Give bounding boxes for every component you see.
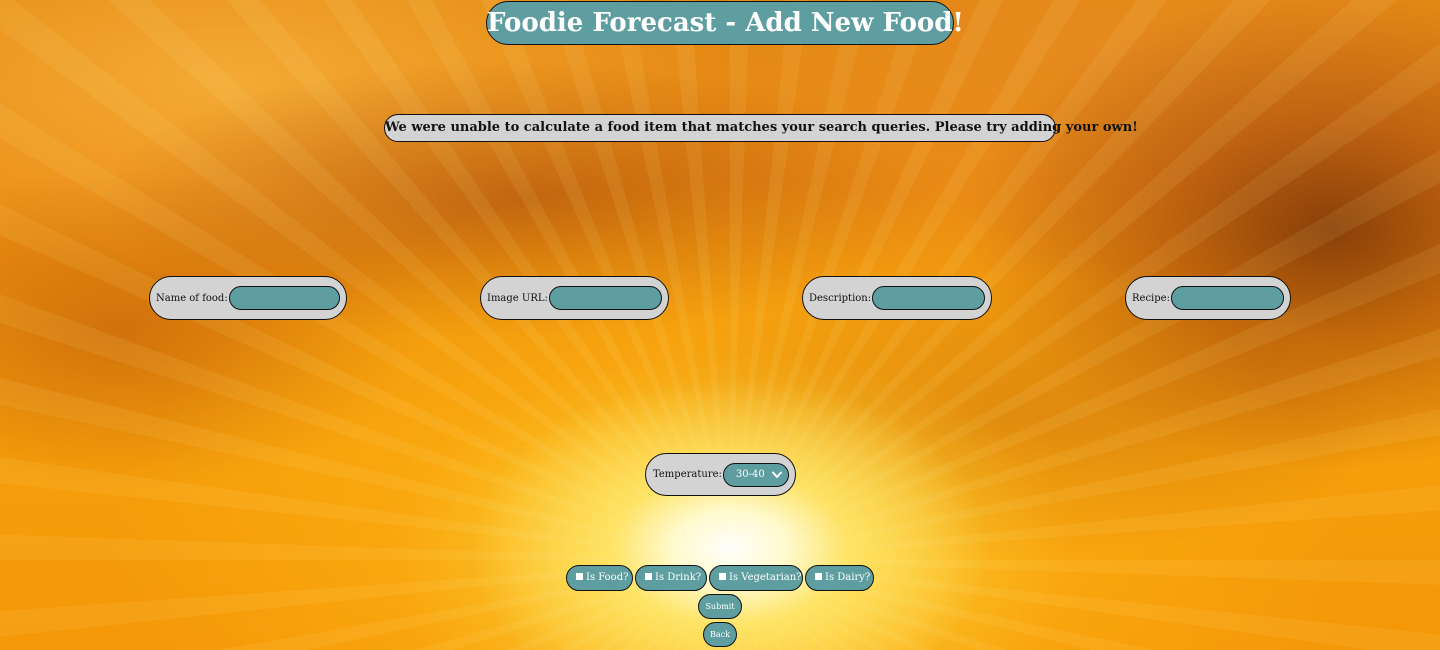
background-sky <box>0 0 1440 650</box>
is-dairy-label: Is Dairy? <box>825 572 871 583</box>
is-vegetarian-label: Is Vegetarian? <box>729 572 802 583</box>
checkbox-icon[interactable] <box>645 573 652 580</box>
image-url-input[interactable] <box>548 286 662 310</box>
temperature-select[interactable]: 30-40 <box>722 462 789 487</box>
page-title: Foodie Forecast - Add New Food! <box>486 1 964 45</box>
no-match-message: We were unable to calculate a food item … <box>384 114 1138 142</box>
is-vegetarian-checkbox[interactable]: Is Vegetarian? <box>709 565 803 591</box>
description-label: Description: <box>809 292 872 304</box>
image-url-field-container: Image URL: <box>480 276 669 320</box>
description-input[interactable] <box>872 286 985 310</box>
name-field-label: Name of food: <box>156 292 228 304</box>
checkbox-icon[interactable] <box>576 573 583 580</box>
name-input[interactable] <box>228 286 340 310</box>
name-field-container: Name of food: <box>149 276 347 320</box>
is-dairy-checkbox[interactable]: Is Dairy? <box>805 565 874 591</box>
recipe-field-container: Recipe: <box>1125 276 1291 320</box>
is-food-checkbox[interactable]: Is Food? <box>566 565 633 591</box>
submit-button[interactable]: Submit <box>698 594 742 619</box>
temperature-field-container: Temperature: 30-40 <box>645 453 796 496</box>
back-button[interactable]: Back <box>703 622 737 647</box>
description-field-container: Description: <box>802 276 992 320</box>
image-url-label: Image URL: <box>487 292 548 304</box>
is-food-label: Is Food? <box>586 572 629 583</box>
chevron-down-icon <box>771 471 782 478</box>
is-drink-checkbox[interactable]: Is Drink? <box>635 565 707 591</box>
recipe-label: Recipe: <box>1132 292 1170 304</box>
checkbox-icon[interactable] <box>719 573 726 580</box>
recipe-input[interactable] <box>1170 286 1284 310</box>
is-drink-label: Is Drink? <box>655 572 702 583</box>
checkbox-icon[interactable] <box>815 573 822 580</box>
temperature-selected-value: 30-40 <box>735 468 765 480</box>
temperature-label: Temperature: <box>653 469 722 480</box>
